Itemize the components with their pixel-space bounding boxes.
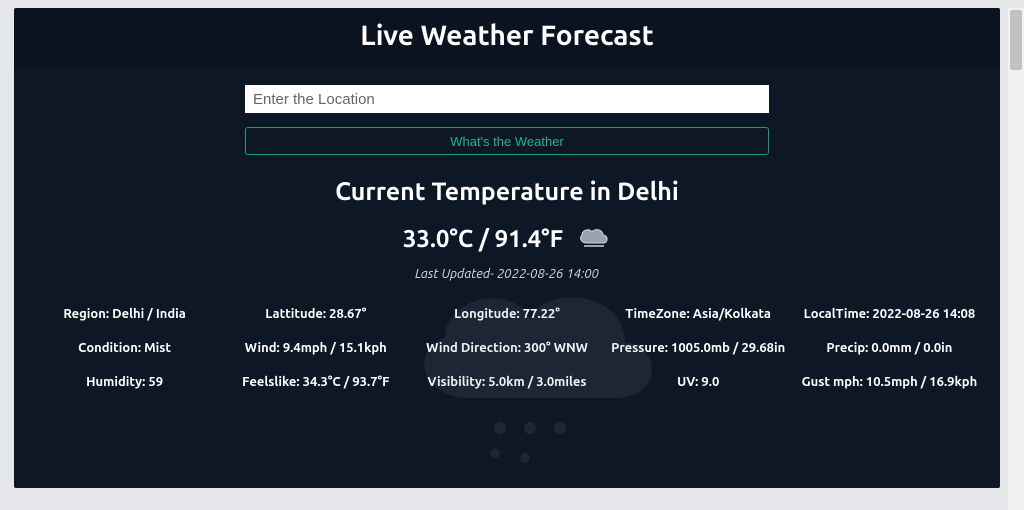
details-grid: Region: Delhi / India Lattitude: 28.67° … <box>14 307 1000 389</box>
detail-region: Region: Delhi / India <box>32 307 217 321</box>
detail-timezone: TimeZone: Asia/Kolkata <box>606 307 791 321</box>
scrollbar-thumb[interactable] <box>1010 10 1022 70</box>
detail-visibility: Visibility: 5.0km / 3.0miles <box>414 375 599 389</box>
detail-longitude: Longitude: 77.22° <box>414 307 599 321</box>
location-input[interactable] <box>245 85 769 113</box>
detail-condition: Condition: Mist <box>32 341 217 355</box>
search-row <box>14 85 1000 113</box>
current-temp-title: Current Temperature in Delhi <box>14 177 1000 205</box>
detail-pressure: Pressure: 1005.0mb / 29.68in <box>606 341 791 355</box>
detail-latitude: Lattitude: 28.67° <box>223 307 408 321</box>
detail-wind: Wind: 9.4mph / 15.1kph <box>223 341 408 355</box>
weather-app: Live Weather Forecast What's the Weather… <box>14 8 1000 488</box>
detail-uv: UV: 9.0 <box>606 375 791 389</box>
detail-gust: Gust mph: 10.5mph / 16.9kph <box>797 375 982 389</box>
detail-localtime: LocalTime: 2022-08-26 14:08 <box>797 307 982 321</box>
get-weather-button[interactable]: What's the Weather <box>245 127 769 155</box>
detail-feelslike: Feelslike: 34.3°C / 93.7°F <box>223 375 408 389</box>
cloud-icon <box>577 223 611 253</box>
page-title: Live Weather Forecast <box>14 20 1000 51</box>
last-updated: Last Updated- 2022-08-26 14:00 <box>14 267 1000 281</box>
temperature-value: 33.0°C / 91.4°F <box>403 225 563 252</box>
temperature-row: 33.0°C / 91.4°F <box>14 223 1000 253</box>
detail-humidity: Humidity: 59 <box>32 375 217 389</box>
scrollbar[interactable] <box>1008 8 1024 510</box>
detail-wind-direction: Wind Direction: 300° WNW <box>414 341 599 355</box>
detail-precip: Precip: 0.0mm / 0.0in <box>797 341 982 355</box>
header-bar: Live Weather Forecast <box>14 8 1000 67</box>
button-row: What's the Weather <box>14 127 1000 155</box>
